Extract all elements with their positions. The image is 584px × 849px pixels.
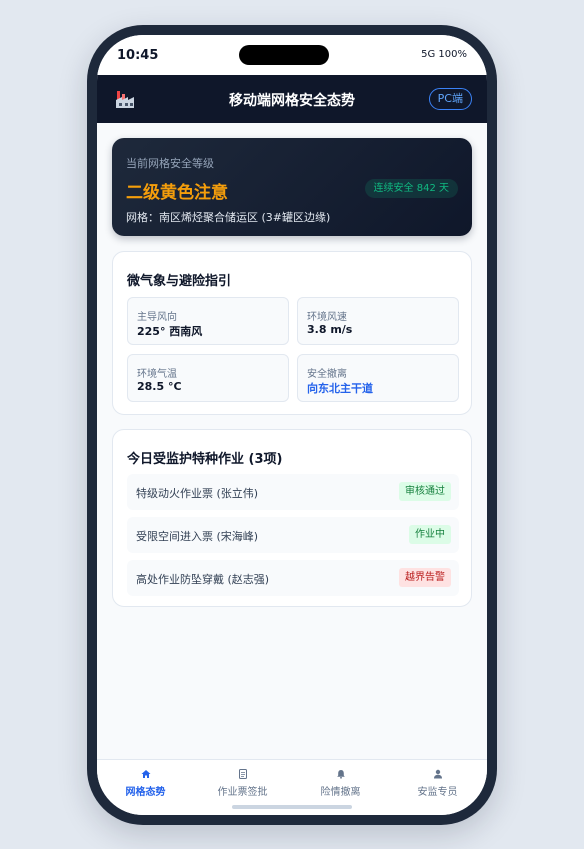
tab-grid-status[interactable]: 网格态势 bbox=[97, 769, 194, 803]
risk-level-card: 当前网格安全等级 二级黄色注意 连续安全 842 天 网格：南区烯烃聚合储运区 … bbox=[112, 138, 472, 236]
main-content: 当前网格安全等级 二级黄色注意 连续安全 842 天 网格：南区烯烃聚合储运区 … bbox=[97, 123, 487, 759]
tab-label: 安监专员 bbox=[417, 787, 458, 798]
work-card-title: 今日受监护特种作业 (3项) bbox=[127, 452, 283, 467]
safe-days-badge: 连续安全 842 天 bbox=[364, 179, 458, 198]
status-indicators: 5G 100% bbox=[421, 49, 467, 60]
tab-label: 险情撤离 bbox=[320, 787, 361, 798]
status-badge: 作业中 bbox=[409, 525, 451, 544]
risk-level-label: 当前网格安全等级 bbox=[126, 157, 214, 170]
weather-card: 微气象与避险指引 主导风向 225° 西南风 环境风速 3.8 m/s 环境气温… bbox=[112, 251, 472, 415]
phone-screen: 10:45 5G 100% 移动端网格安全态势 PC端 当前网格安全等级 二级黄… bbox=[97, 35, 487, 815]
tab-label: 作业票签批 bbox=[217, 787, 268, 798]
weather-card-title: 微气象与避险指引 bbox=[127, 274, 232, 289]
document-icon bbox=[238, 769, 247, 779]
task-name: 特级动火作业票 (张立伟) bbox=[136, 487, 259, 500]
cell-label: 环境风速 bbox=[307, 312, 347, 323]
temperature-cell: 环境气温 28.5 °C bbox=[127, 354, 289, 402]
bottom-tab-bar: 网格态势 作业票签批 险情撤离 安监专员 bbox=[97, 759, 487, 815]
tab-label: 网格态势 bbox=[125, 787, 166, 798]
status-time: 10:45 bbox=[117, 48, 159, 63]
cell-value: 3.8 m/s bbox=[307, 323, 353, 336]
phone-frame: 10:45 5G 100% 移动端网格安全态势 PC端 当前网格安全等级 二级黄… bbox=[87, 25, 497, 825]
task-name: 高处作业防坠穿戴 (赵志强) bbox=[136, 573, 270, 586]
tab-work-permit[interactable]: 作业票签批 bbox=[194, 769, 291, 803]
status-badge: 审核通过 bbox=[399, 482, 451, 501]
user-icon bbox=[433, 769, 442, 779]
risk-level-value: 二级黄色注意 bbox=[126, 183, 228, 203]
status-badge: 越界告警 bbox=[399, 568, 451, 587]
bell-icon bbox=[336, 770, 345, 779]
battery-label: 100% bbox=[438, 49, 467, 60]
tab-evacuation[interactable]: 险情撤离 bbox=[292, 769, 389, 803]
app-header: 移动端网格安全态势 PC端 bbox=[97, 75, 487, 123]
evacuation-cell[interactable]: 安全撤离 向东北主干道 bbox=[297, 354, 459, 402]
evacuation-route-link[interactable]: 向东北主干道 bbox=[307, 380, 373, 396]
list-item[interactable]: 受限空间进入票 (宋海峰) 作业中 bbox=[127, 517, 459, 553]
network-label: 5G bbox=[421, 49, 436, 60]
list-item[interactable]: 特级动火作业票 (张立伟) 审核通过 bbox=[127, 474, 459, 510]
pc-view-button[interactable]: PC端 bbox=[428, 88, 472, 110]
dynamic-island bbox=[239, 45, 329, 65]
cell-label: 主导风向 bbox=[137, 312, 177, 323]
home-indicator[interactable] bbox=[232, 805, 352, 809]
wind-direction-cell: 主导风向 225° 西南风 bbox=[127, 297, 289, 345]
grid-location: 网格：南区烯烃聚合储运区 (3#罐区边缘) bbox=[126, 211, 331, 224]
wind-speed-cell: 环境风速 3.8 m/s bbox=[297, 297, 459, 345]
list-item[interactable]: 高处作业防坠穿戴 (赵志强) 越界告警 bbox=[127, 560, 459, 596]
work-permit-card: 今日受监护特种作业 (3项) 特级动火作业票 (张立伟) 审核通过 受限空间进入… bbox=[112, 429, 472, 607]
tab-safety-officer[interactable]: 安监专员 bbox=[389, 769, 486, 803]
status-bar: 10:45 5G 100% bbox=[97, 35, 487, 75]
cell-value: 28.5 °C bbox=[137, 380, 182, 393]
cell-label: 环境气温 bbox=[137, 369, 177, 380]
home-icon bbox=[141, 770, 150, 778]
cell-value: 225° 西南风 bbox=[137, 325, 203, 338]
cell-label: 安全撤离 bbox=[307, 369, 347, 380]
task-name: 受限空间进入票 (宋海峰) bbox=[136, 530, 259, 543]
